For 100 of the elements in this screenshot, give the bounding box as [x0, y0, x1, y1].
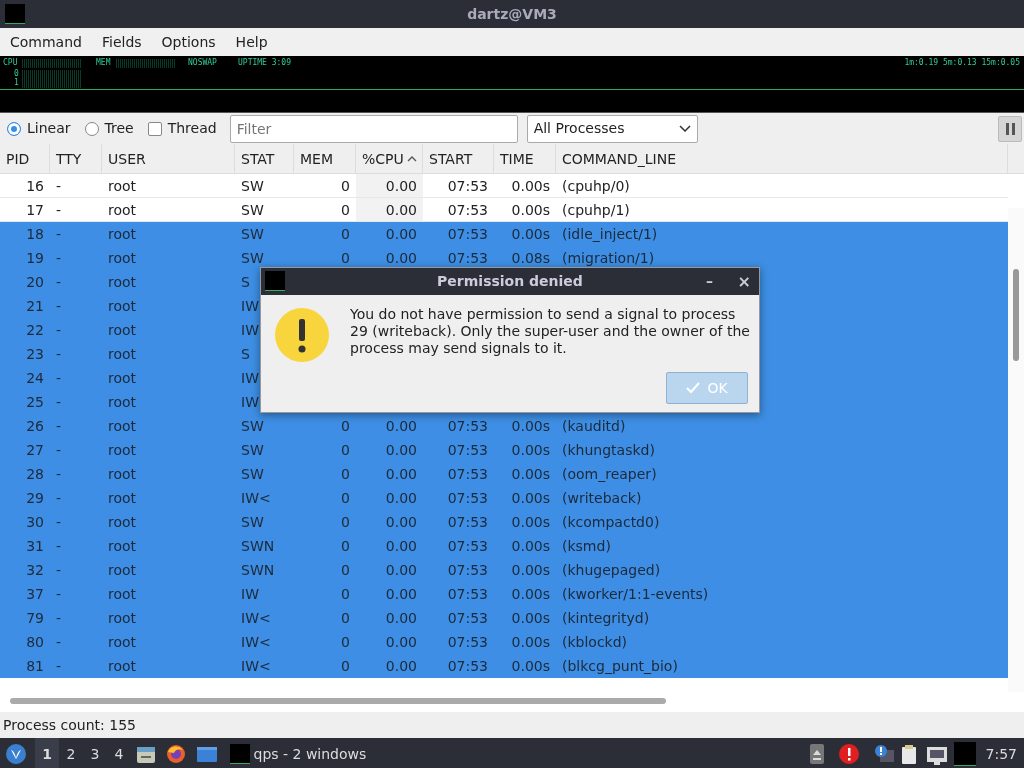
cpu-time-cell-text: 0.00s	[510, 609, 551, 628]
cpu-cell-text: 0.00	[384, 633, 418, 652]
memory-cell-text: 0	[340, 225, 351, 244]
stat-cell-text: SW	[240, 249, 265, 268]
cpu-time-cell-text: 0.00s	[510, 561, 551, 580]
stat-cell-text: IW	[240, 393, 260, 412]
cpu-cell-text: 0.00	[384, 657, 418, 676]
memory-cell-text: 0	[340, 537, 351, 556]
start-time-cell-text: 07:53	[446, 513, 489, 532]
cpu-cell-text: 0.00	[384, 249, 418, 268]
user-cell-text: root	[107, 201, 138, 220]
memory-cell-text: 0	[340, 249, 351, 268]
cpu-time-cell-text: 0.00s	[510, 585, 551, 604]
cpu-time-cell-text: 0.00s	[510, 177, 551, 196]
memory-cell-text: 0	[340, 417, 351, 436]
tty-cell-text: -	[55, 273, 63, 292]
command-cell-text: (khugepaged)	[561, 561, 662, 580]
user-cell-text: root	[107, 633, 138, 652]
pid-cell-text: 79	[25, 609, 45, 628]
pid-cell-text: 31	[25, 537, 45, 556]
tty-cell-text: -	[55, 561, 63, 580]
user-cell-text: root	[107, 297, 138, 316]
tty-cell-text: -	[55, 177, 63, 196]
cpu-time-cell-text: 0.00s	[510, 201, 551, 220]
user-cell-text: root	[107, 417, 138, 436]
tty-cell-text: -	[55, 393, 63, 412]
memory-cell-text: 0	[340, 585, 351, 604]
command-cell-text: (kworker/1:1-events)	[561, 585, 710, 604]
stat-cell-text: IW	[240, 585, 260, 604]
start-time-cell-text: 07:53	[446, 585, 489, 604]
pid-cell-text: 30	[25, 513, 45, 532]
cpu-time-cell-text: 0.00s	[510, 657, 551, 676]
stat-cell-text: IW	[240, 297, 260, 316]
pid-cell-text: 81	[25, 657, 45, 676]
command-cell-text: (kintegrityd)	[561, 609, 651, 628]
stat-cell-text: IW	[240, 369, 260, 388]
start-time-cell-text: 07:53	[446, 657, 489, 676]
memory-cell-text: 0	[340, 201, 351, 220]
monitor-label: 0	[14, 70, 19, 78]
cpu-cell: 0.00	[356, 174, 423, 197]
stat-cell-text: SW	[240, 441, 265, 460]
stat-cell-text: SW	[240, 225, 265, 244]
command-cell-text: (khungtaskd)	[561, 441, 656, 460]
memory-cell-text: 0	[340, 513, 351, 532]
command-cell-text: (kauditd)	[561, 417, 627, 436]
cpu-cell-text: 0.00	[384, 537, 418, 556]
monitor-label: UPTIME 3:09	[238, 59, 291, 67]
cpu-time-cell-text: 0.00s	[510, 465, 551, 484]
stat-cell-text: S	[240, 273, 251, 292]
tty-cell-text: -	[55, 297, 63, 316]
cpu-time-cell-text: 0.00s	[510, 513, 551, 532]
stat-cell-text: S	[240, 345, 251, 364]
tty-cell-text: -	[55, 417, 63, 436]
tty-cell-text: -	[55, 585, 63, 604]
user-cell-text: root	[107, 177, 138, 196]
memory-cell-text: 0	[340, 633, 351, 652]
cpu-cell-text: 0.00	[384, 489, 418, 508]
tty-cell-text: -	[55, 513, 63, 532]
command-cell-text: (cpuhp/1)	[561, 201, 631, 220]
pid-cell-text: 19	[25, 249, 45, 268]
start-time-cell-text: 07:53	[446, 489, 489, 508]
cpu-cell-text: 0.00	[384, 417, 418, 436]
tty-cell-text: -	[55, 465, 63, 484]
start-time-cell-text: 07:53	[446, 441, 489, 460]
user-cell-text: root	[107, 273, 138, 292]
pid-cell-text: 32	[25, 561, 45, 580]
cpu-cell-text: 0.00	[384, 441, 418, 460]
pid-cell-text: 24	[25, 369, 45, 388]
cpu-time-cell-text: 0.00s	[510, 633, 551, 652]
pid-cell-text: 37	[25, 585, 45, 604]
status-text: Process count: 155	[2, 716, 137, 735]
tty-cell-text: -	[55, 657, 63, 676]
pid-cell-text: 80	[25, 633, 45, 652]
stat-cell-text: SW	[240, 201, 265, 220]
memory-cell-text: 0	[340, 561, 351, 580]
tty-cell-text: -	[55, 537, 63, 556]
pid-cell-text: 27	[25, 441, 45, 460]
command-cell-text: (oom_reaper)	[561, 465, 658, 484]
command-cell-text: (writeback)	[561, 489, 643, 508]
start-time-cell-text: 07:53	[446, 537, 489, 556]
cpu-cell-text: 0.00	[384, 561, 418, 580]
tty-cell-text: -	[55, 225, 63, 244]
cpu-cell-text: 0.00	[384, 585, 418, 604]
cpu-cell-text: 0.00	[384, 225, 418, 244]
stat-cell-text: SWN	[240, 561, 276, 580]
monitor-label: CPU	[3, 59, 18, 67]
monitor-label: NOSWAP	[188, 59, 217, 67]
clock: 7:57	[985, 744, 1017, 764]
command-cell-text: (ksmd)	[561, 537, 612, 556]
monitor-label: MEM	[96, 59, 111, 67]
user-cell-text: root	[107, 585, 138, 604]
start-time-cell-text: 07:53	[446, 609, 489, 628]
user-cell-text: root	[107, 345, 138, 364]
tty-cell-text: -	[55, 441, 63, 460]
monitor-label: 1m:0.19 5m:0.13 15m:0.05	[904, 59, 1020, 67]
pid-cell-text: 23	[25, 345, 45, 364]
user-cell-text: root	[107, 609, 138, 628]
pid-cell-text: 29	[25, 489, 45, 508]
command-cell-text: (cpuhp/0)	[561, 177, 631, 196]
start-time-cell-text: 07:53	[446, 225, 489, 244]
